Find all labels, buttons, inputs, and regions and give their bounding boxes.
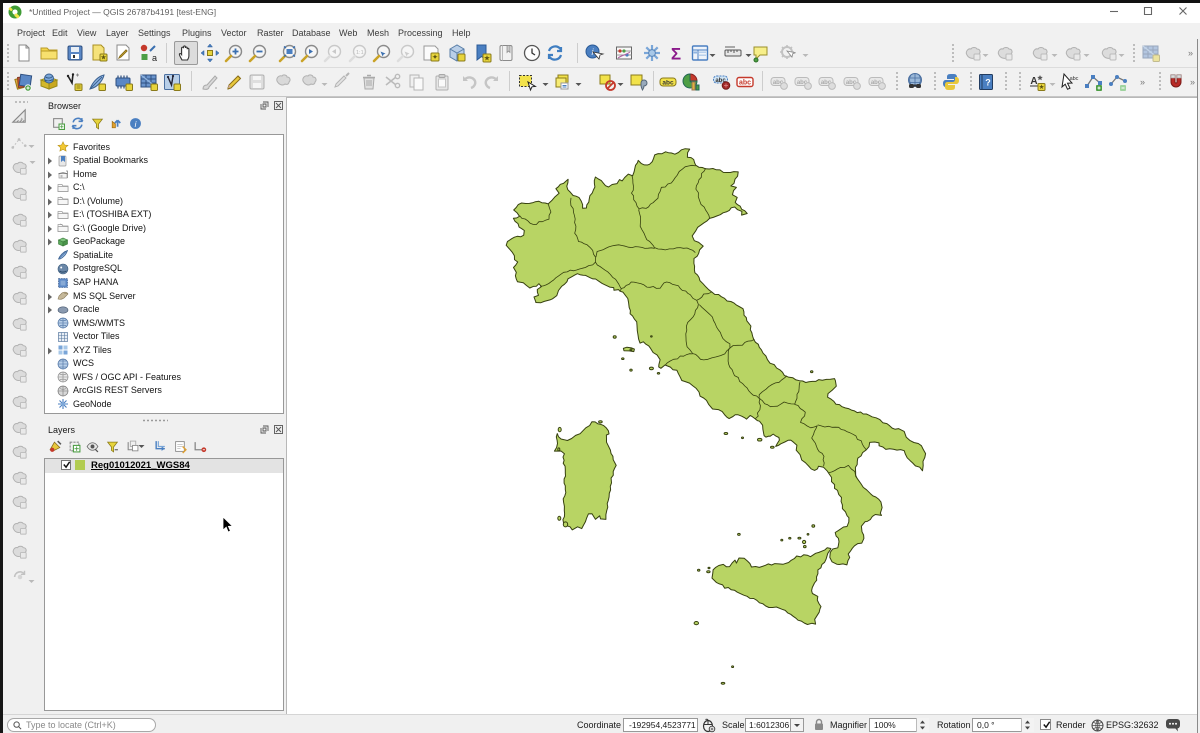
svg-text:abc: abc (1070, 76, 1079, 82)
svg-text:i: i (135, 120, 137, 129)
svg-text:★: ★ (100, 54, 106, 62)
svg-text:abc: abc (662, 80, 674, 87)
svg-text:✦: ✦ (432, 53, 439, 62)
svg-text:a: a (152, 53, 157, 63)
svg-text:?: ? (985, 78, 991, 88)
svg-text:★: ★ (1039, 83, 1045, 91)
svg-text:1:1: 1:1 (356, 50, 364, 56)
svg-text:★: ★ (484, 54, 491, 63)
svg-text:abc: abc (739, 80, 751, 87)
svg-text:Σ: Σ (671, 45, 681, 64)
svg-text:A: A (1030, 76, 1037, 87)
